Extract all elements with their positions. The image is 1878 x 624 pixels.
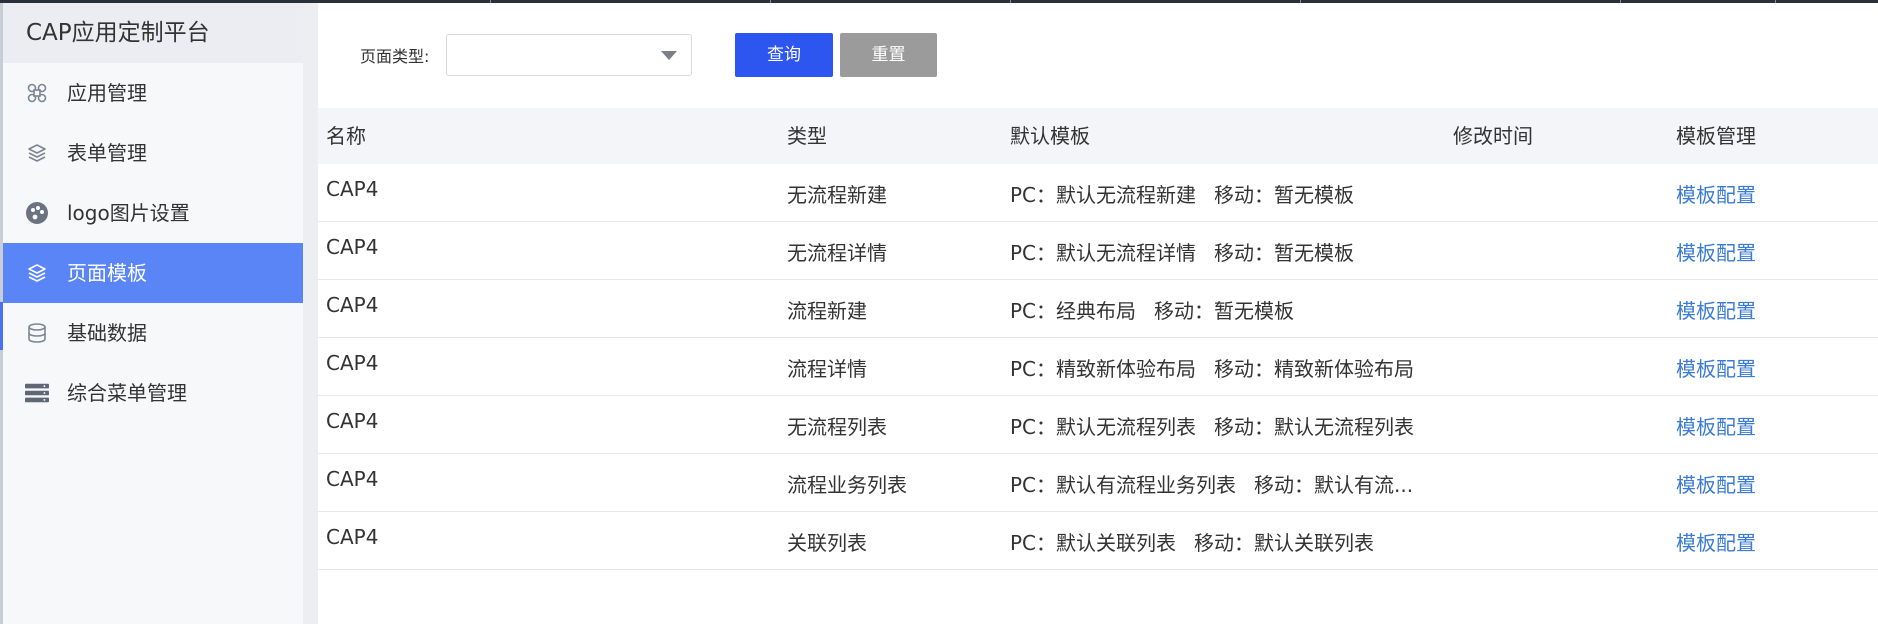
server-icon	[25, 382, 49, 404]
cell-default-template: PC：默认无流程列表 移动：默认无流程列表	[1010, 414, 1440, 440]
sidebar-item-logo-settings[interactable]: logo图片设置	[3, 183, 303, 243]
sidebar-item-menu-management[interactable]: 综合菜单管理	[3, 363, 303, 423]
app-title: CAP应用定制平台	[3, 3, 303, 63]
cell-type: 关联列表	[787, 531, 867, 555]
table-row: CAP4 流程详情 PC：精致新体验布局 移动：精致新体验布局 模板配置	[318, 338, 1878, 396]
command-icon	[25, 82, 49, 104]
sidebar-item-basic-data[interactable]: 基础数据	[3, 303, 303, 363]
template-config-link[interactable]: 模板配置	[1676, 356, 1756, 382]
template-config-link[interactable]: 模板配置	[1676, 298, 1756, 324]
mobile-template: 移动：默认有流...	[1254, 473, 1414, 497]
mobile-template: 移动：精致新体验布局	[1214, 357, 1415, 381]
sidebar-item-app-management[interactable]: 应用管理	[3, 63, 303, 123]
table-row: CAP4 无流程列表 PC：默认无流程列表 移动：默认无流程列表 模板配置	[318, 396, 1878, 454]
cell-default-template: PC：默认无流程详情 移动：暂无模板	[1010, 240, 1440, 266]
column-header-template-management: 模板管理	[1676, 124, 1756, 148]
sidebar: CAP应用定制平台 应用管理 表单管理 logo图片设置 页面模板 基础数据 综…	[0, 3, 303, 624]
mobile-template: 移动：暂无模板	[1154, 299, 1295, 323]
cell-type: 流程业务列表	[787, 473, 907, 497]
sidebar-gutter	[303, 3, 318, 624]
column-header-modified-time: 修改时间	[1453, 124, 1533, 148]
template-config-link[interactable]: 模板配置	[1676, 530, 1756, 556]
template-config-link[interactable]: 模板配置	[1676, 472, 1756, 498]
mobile-template: 移动：暂无模板	[1214, 241, 1355, 265]
active-indicator	[0, 302, 3, 350]
cell-default-template: PC：默认关联列表 移动：默认关联列表	[1010, 530, 1440, 556]
query-button[interactable]: 查询	[735, 33, 833, 77]
pc-template: PC：经典布局	[1010, 299, 1137, 323]
pc-template: PC：默认无流程列表	[1010, 415, 1197, 439]
column-header-default-template: 默认模板	[1010, 124, 1090, 148]
palette-icon	[25, 202, 49, 224]
cell-default-template: PC：精致新体验布局 移动：精致新体验布局	[1010, 356, 1440, 382]
layers-icon	[25, 262, 49, 284]
cell-default-template: PC：默认有流程业务列表 移动：默认有流...	[1010, 472, 1440, 498]
pc-template: PC：默认无流程新建	[1010, 183, 1197, 207]
pc-template: PC：默认关联列表	[1010, 531, 1177, 555]
table-row: CAP4 流程业务列表 PC：默认有流程业务列表 移动：默认有流... 模板配置	[318, 454, 1878, 512]
sidebar-item-form-management[interactable]: 表单管理	[3, 123, 303, 183]
table-row: CAP4 流程新建 PC：经典布局 移动：暂无模板 模板配置	[318, 280, 1878, 338]
pc-template: PC：精致新体验布局	[1010, 357, 1197, 381]
cell-name: CAP4	[326, 409, 379, 433]
cell-type: 无流程新建	[787, 183, 887, 207]
page-type-select[interactable]	[446, 34, 692, 76]
table-header: 名称 类型 默认模板 修改时间 模板管理	[318, 108, 1878, 164]
page-type-label: 页面类型:	[360, 47, 430, 66]
cell-type: 流程详情	[787, 357, 867, 381]
caret-down-icon	[661, 51, 677, 60]
layers-icon	[25, 142, 49, 164]
template-table: 名称 类型 默认模板 修改时间 模板管理 CAP4 无流程新建 PC：默认无流程…	[318, 108, 1878, 570]
mobile-template: 移动：暂无模板	[1214, 183, 1355, 207]
cell-type: 无流程详情	[787, 241, 887, 265]
pc-template: PC：默认无流程详情	[1010, 241, 1197, 265]
reset-button[interactable]: 重置	[840, 33, 937, 77]
cell-type: 无流程列表	[787, 415, 887, 439]
sidebar-item-page-templates[interactable]: 页面模板	[3, 243, 303, 303]
cell-default-template: PC：默认无流程新建 移动：暂无模板	[1010, 182, 1440, 208]
template-config-link[interactable]: 模板配置	[1676, 240, 1756, 266]
table-row: CAP4 关联列表 PC：默认关联列表 移动：默认关联列表 模板配置	[318, 512, 1878, 570]
cell-name: CAP4	[326, 235, 379, 259]
table-row: CAP4 无流程新建 PC：默认无流程新建 移动：暂无模板 模板配置	[318, 164, 1878, 222]
sidebar-item-label: 基础数据	[67, 321, 147, 345]
sidebar-item-label: 应用管理	[67, 81, 147, 105]
sidebar-item-label: 页面模板	[67, 261, 147, 285]
column-header-type: 类型	[787, 124, 827, 148]
cell-type: 流程新建	[787, 299, 867, 323]
table-row: CAP4 无流程详情 PC：默认无流程详情 移动：暂无模板 模板配置	[318, 222, 1878, 280]
cell-name: CAP4	[326, 351, 379, 375]
cell-name: CAP4	[326, 467, 379, 491]
cell-name: CAP4	[326, 525, 379, 549]
template-config-link[interactable]: 模板配置	[1676, 182, 1756, 208]
column-header-name: 名称	[326, 124, 366, 148]
sidebar-item-label: logo图片设置	[67, 201, 190, 225]
cell-name: CAP4	[326, 293, 379, 317]
pc-template: PC：默认有流程业务列表	[1010, 473, 1237, 497]
cell-default-template: PC：经典布局 移动：暂无模板	[1010, 298, 1440, 324]
mobile-template: 移动：默认无流程列表	[1214, 415, 1415, 439]
sidebar-item-label: 综合菜单管理	[67, 381, 187, 405]
database-icon	[25, 322, 49, 344]
cell-name: CAP4	[326, 177, 379, 201]
mobile-template: 移动：默认关联列表	[1194, 531, 1375, 555]
sidebar-item-label: 表单管理	[67, 141, 147, 165]
template-config-link[interactable]: 模板配置	[1676, 414, 1756, 440]
